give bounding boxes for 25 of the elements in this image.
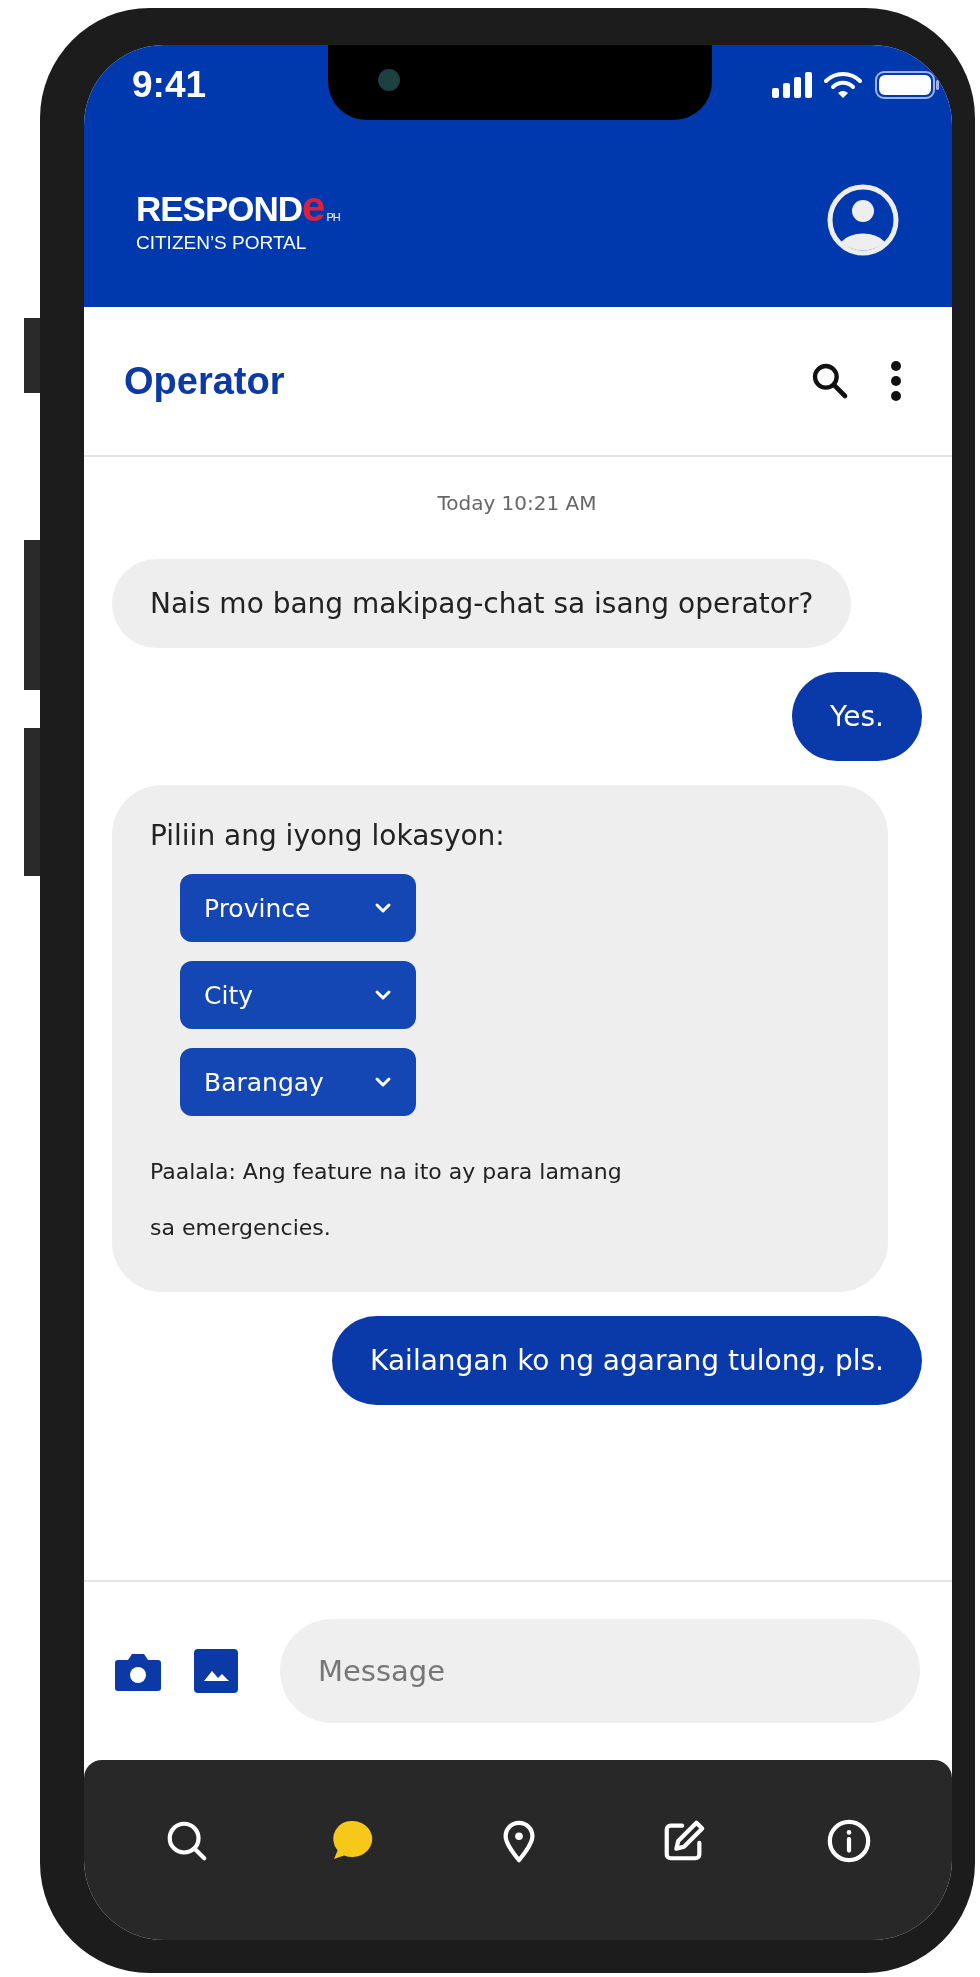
emergency-note: Paalala: Ang feature na ito ay para lamang sa emergencies. [150, 1158, 623, 1242]
sent-message: Kailangan ko ng agarang tulong, pls. [332, 1316, 922, 1405]
location-dropdown[interactable]: Barangay [180, 1048, 416, 1116]
logo-subtitle: CITIZEN’S PORTAL [136, 231, 308, 254]
received-message: Nais mo bang makipag-chat sa isang operator? [112, 559, 852, 648]
chevron-icon [374, 989, 392, 1001]
location-prompt: Piliin ang iyong lokasyon: [150, 819, 506, 852]
location-dropdown[interactable]: City [180, 961, 416, 1029]
app-logo: RESPONDe PH [136, 185, 340, 228]
profile-icon[interactable] [826, 182, 900, 257]
status-time: 9:41 [132, 63, 207, 106]
chevron-icon [374, 902, 392, 914]
location-dropdown[interactable]: Province [180, 874, 416, 942]
message-field[interactable]: Message [280, 1619, 920, 1723]
wifi-icon [824, 70, 862, 99]
image-icon[interactable] [194, 1649, 238, 1693]
chat-title: Operator [124, 359, 286, 403]
sent-message: Yes. [791, 672, 922, 761]
more-icon[interactable] [890, 360, 902, 402]
message-timestamp: Today 10:21 AM [437, 491, 597, 515]
battery-icon [874, 69, 940, 100]
chevron-icon [374, 1076, 392, 1088]
search-icon[interactable] [810, 361, 850, 401]
signal-icon [772, 71, 812, 98]
camera-dot [378, 69, 400, 91]
